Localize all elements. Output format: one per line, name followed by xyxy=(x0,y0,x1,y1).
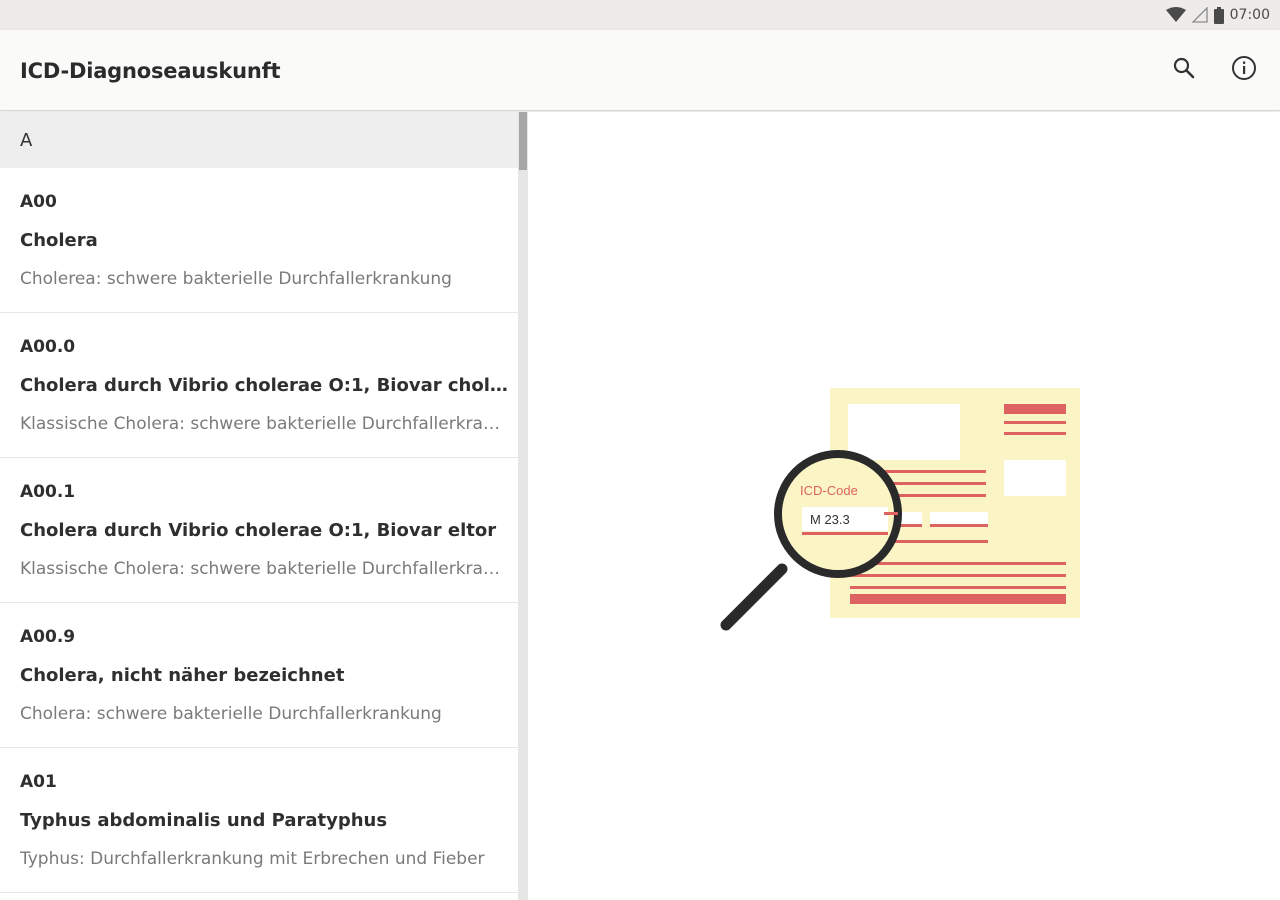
magnifier-handle xyxy=(720,563,788,631)
battery-icon xyxy=(1213,6,1224,24)
item-description: Typhus: Durchfallerkrankung mit Erbreche… xyxy=(20,849,485,869)
icd-code-label: ICD-Code xyxy=(800,483,858,498)
icd-code-value: M 23.3 xyxy=(810,512,850,527)
item-title: Cholera durch Vibrio cholerae O:1, Biova… xyxy=(20,375,510,396)
item-title: Cholera durch Vibrio cholerae O:1, Biova… xyxy=(20,520,497,541)
list-item[interactable]: A00.9 Cholera, nicht näher bezeichnet Ch… xyxy=(0,603,518,748)
status-time: 07:00 xyxy=(1229,7,1270,23)
item-description: Klassische Cholera: schwere bakterielle … xyxy=(20,414,506,434)
item-title: Typhus abdominalis und Paratyphus xyxy=(20,810,388,831)
info-button[interactable] xyxy=(1224,50,1264,90)
diagnosis-list[interactable]: A A00 Cholera Cholerea: schwere bakterie… xyxy=(0,112,528,900)
search-icon xyxy=(1172,56,1196,84)
app-bar: ICD-Diagnoseauskunft xyxy=(0,30,1280,111)
detail-pane: ICD-Code M 23.3 xyxy=(528,112,1280,900)
list-item[interactable]: A01 Typhus abdominalis und Paratyphus Ty… xyxy=(0,748,518,893)
item-description: Klassische Cholera: schwere bakterielle … xyxy=(20,559,506,579)
scrollbar-thumb[interactable] xyxy=(519,112,527,170)
item-code: A00.9 xyxy=(20,627,76,647)
info-icon xyxy=(1231,55,1257,85)
status-bar: 07:00 xyxy=(0,0,1280,30)
item-title: Cholera, nicht näher bezeichnet xyxy=(20,665,345,686)
item-code: A00.0 xyxy=(20,337,76,357)
list-item[interactable]: A00.1 Cholera durch Vibrio cholerae O:1,… xyxy=(0,458,518,603)
item-description: Cholera: schwere bakterielle Durchfaller… xyxy=(20,704,442,724)
item-description: Cholerea: schwere bakterielle Durchfalle… xyxy=(20,269,452,289)
item-title: Cholera xyxy=(20,230,98,251)
app-actions xyxy=(1164,50,1264,90)
item-code: A01 xyxy=(20,772,57,792)
list-item[interactable]: A00.0 Cholera durch Vibrio cholerae O:1,… xyxy=(0,313,518,458)
app-title: ICD-Diagnoseauskunft xyxy=(20,59,281,83)
empty-state-illustration: ICD-Code M 23.3 xyxy=(718,384,1088,638)
item-code: A00.1 xyxy=(20,482,76,502)
signal-icon xyxy=(1191,7,1208,23)
search-button[interactable] xyxy=(1164,50,1204,90)
scrollbar-track[interactable] xyxy=(518,112,528,900)
item-code: A00 xyxy=(20,192,57,212)
section-header: A xyxy=(0,112,518,168)
list-item[interactable]: A00 Cholera Cholerea: schwere bakteriell… xyxy=(0,168,518,313)
wifi-icon xyxy=(1165,7,1186,23)
